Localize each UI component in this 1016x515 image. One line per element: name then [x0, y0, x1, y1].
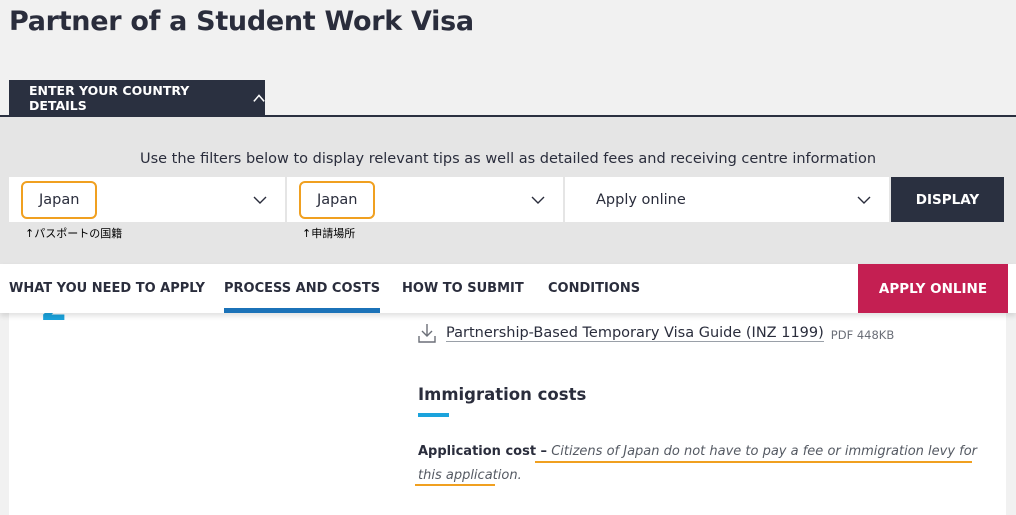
tab-label: WHAT YOU NEED TO APPLY [9, 281, 205, 296]
immigration-costs-heading: Immigration costs [418, 385, 587, 404]
section-tabs: WHAT YOU NEED TO APPLY PROCESS AND COSTS… [0, 264, 1016, 313]
active-tab-indicator [224, 308, 381, 313]
country-details-label: ENTER YOUR COUNTRY DETAILS [29, 83, 190, 113]
location-annotation: ↑申請場所 [302, 227, 356, 240]
chevron-down-icon [857, 196, 871, 204]
tab-process-and-costs[interactable]: PROCESS AND COSTS [224, 264, 381, 313]
apply-method-value: Apply online [596, 191, 686, 208]
guide-file-meta: PDF 448KB [830, 327, 895, 342]
highlight-underline [415, 484, 495, 486]
guide-download: Partnership-Based Temporary Visa Guide (… [418, 323, 894, 343]
tab-conditions[interactable]: CONDITIONS [548, 264, 640, 313]
chevron-down-icon [253, 196, 267, 204]
application-cost: Application cost – Citizens of Japan do … [418, 440, 978, 488]
apply-online-button[interactable]: APPLY ONLINE [858, 264, 1008, 313]
tab-label: PROCESS AND COSTS [224, 281, 381, 296]
chevron-up-icon [253, 92, 265, 104]
chevron-down-icon [531, 196, 545, 204]
location-highlight-box [299, 181, 375, 219]
passport-highlight-box [21, 181, 97, 219]
step-number: 2 [40, 313, 68, 327]
highlight-underline [535, 461, 972, 463]
guide-link[interactable]: Partnership-Based Temporary Visa Guide (… [446, 325, 824, 342]
filters-note: Use the filters below to display relevan… [139, 151, 877, 167]
download-icon [418, 324, 436, 343]
page-header: Partner of a Student Work Visa ENTER YOU… [0, 0, 1016, 117]
tab-label: HOW TO SUBMIT [402, 281, 524, 296]
display-button[interactable]: DISPLAY [891, 177, 1004, 222]
tab-label: CONDITIONS [548, 281, 641, 296]
heading-accent-bar [418, 413, 449, 417]
country-filters-panel: Use the filters below to display relevan… [0, 117, 1016, 264]
passport-annotation: ↑パスポートの国籍 [25, 227, 123, 240]
tab-how-to-submit[interactable]: HOW TO SUBMIT [402, 264, 524, 313]
country-details-toggle[interactable]: ENTER YOUR COUNTRY DETAILS [9, 80, 265, 116]
application-cost-label: Application cost – [418, 444, 548, 459]
tab-what-you-need[interactable]: WHAT YOU NEED TO APPLY [9, 264, 205, 313]
apply-method-select[interactable]: Apply online [565, 177, 889, 222]
page-title: Partner of a Student Work Visa [9, 6, 474, 37]
